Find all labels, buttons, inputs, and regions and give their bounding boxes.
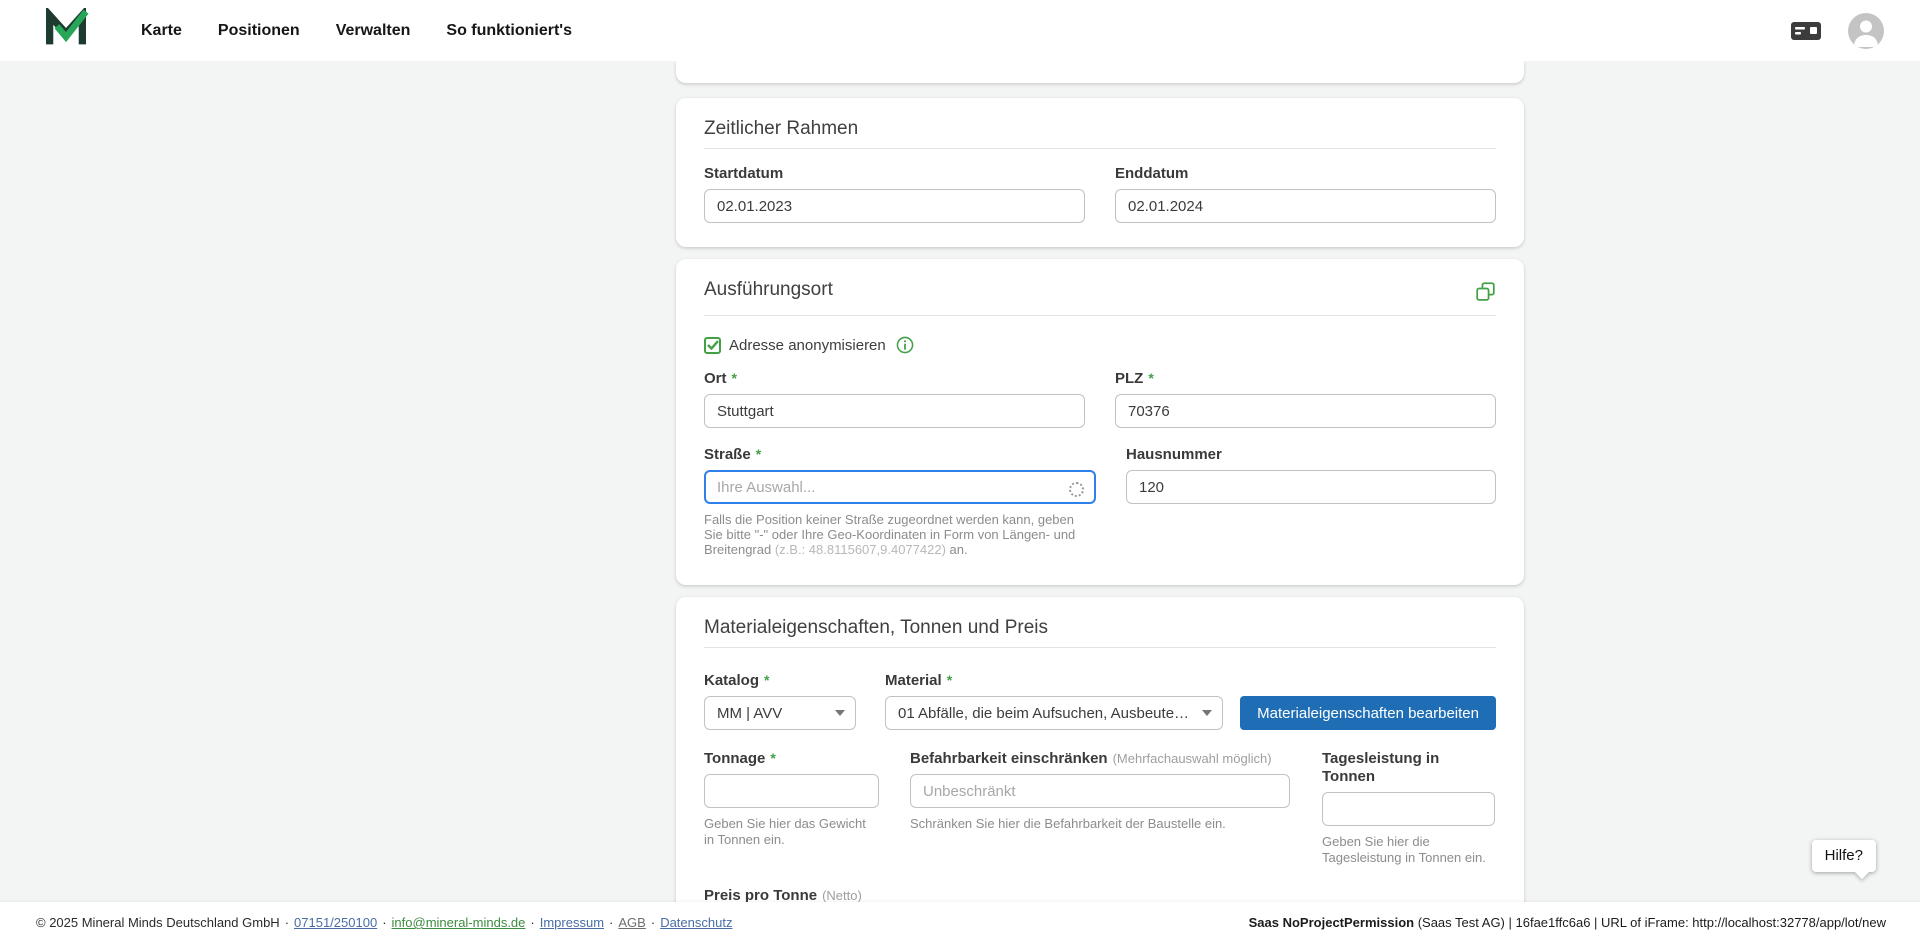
footer-email-link[interactable]: info@mineral-minds.de <box>392 915 526 930</box>
card-zeitlicher-rahmen: Zeitlicher Rahmen Startdatum Enddatum <box>676 98 1524 247</box>
strasse-helper-text: Falls die Position keiner Straße zugeord… <box>704 512 1096 557</box>
katalog-field: Katalog * MM | AVV <box>704 672 856 730</box>
nav-item-verwalten[interactable]: Verwalten <box>336 0 411 61</box>
required-asterisk: * <box>732 369 737 387</box>
info-icon[interactable] <box>896 336 914 354</box>
main-nav: Karte Positionen Verwalten So funktionie… <box>141 0 572 61</box>
befahrbarkeit-field: Befahrbarkeit einschränken (Mehrfachausw… <box>910 750 1290 832</box>
help-button[interactable]: Hilfe? <box>1812 840 1876 872</box>
anonymize-label: Adresse anonymisieren <box>729 337 886 354</box>
tonnage-input[interactable] <box>704 774 879 808</box>
tonnage-helper-text: Geben Sie hier das Gewicht in Tonnen ein… <box>704 816 879 847</box>
strasse-label: Straße * <box>704 446 1096 464</box>
material-select[interactable]: 01 Abfälle, die beim Aufsuchen, Ausbeute… <box>885 696 1223 730</box>
tagesleistung-helper-text: Geben Sie hier die Tagesleistung in Tonn… <box>1322 834 1495 865</box>
avatar[interactable] <box>1848 13 1884 49</box>
befahrbarkeit-helper-text: Schränken Sie hier die Befahrbarkeit der… <box>910 816 1290 832</box>
nav-item-positionen[interactable]: Positionen <box>218 0 300 61</box>
divider <box>704 647 1496 648</box>
copyright-text: © 2025 Mineral Minds Deutschland GmbH <box>36 915 280 930</box>
card-reader-icon[interactable] <box>1790 19 1822 43</box>
card-partial <box>676 61 1524 83</box>
strasse-input[interactable] <box>704 470 1096 504</box>
tagesleistung-input[interactable] <box>1322 792 1495 826</box>
startdatum-field: Startdatum <box>704 165 1085 223</box>
ort-label: Ort * <box>704 370 1085 388</box>
nav-item-karte[interactable]: Karte <box>141 0 182 61</box>
preis-field: Preis pro Tonne (Netto) <box>704 887 949 902</box>
plz-field: PLZ * <box>1115 370 1496 428</box>
chevron-down-icon <box>1202 710 1212 716</box>
loading-spinner-icon <box>1069 482 1084 497</box>
page-footer: © 2025 Mineral Minds Deutschland GmbH · … <box>0 902 1920 943</box>
chevron-down-icon <box>835 710 845 716</box>
footer-environment-info: Saas NoProjectPermission (Saas Test AG) … <box>1249 915 1886 930</box>
required-asterisk: * <box>756 445 761 463</box>
tonnage-label: Tonnage * <box>704 750 879 768</box>
enddatum-field: Enddatum <box>1115 165 1496 223</box>
logo-icon <box>43 8 89 53</box>
katalog-select[interactable]: MM | AVV <box>704 696 856 730</box>
hausnummer-input[interactable] <box>1126 470 1496 504</box>
mineral-minds-logo[interactable] <box>43 8 89 53</box>
footer-datenschutz-link[interactable]: Datenschutz <box>660 915 732 930</box>
card-ausfuehrungsort: Ausführungsort Adresse anonymisieren <box>676 259 1524 585</box>
befahrbarkeit-input[interactable] <box>910 774 1290 808</box>
startdatum-input[interactable] <box>704 189 1085 223</box>
ort-input[interactable] <box>704 394 1085 428</box>
nav-item-so-funktionierts[interactable]: So funktioniert's <box>446 0 572 61</box>
material-field: Material * 01 Abfälle, die beim Aufsuche… <box>885 672 1223 730</box>
tonnage-field: Tonnage * Geben Sie hier das Gewicht in … <box>704 750 879 847</box>
footer-agb-link[interactable]: AGB <box>618 915 645 930</box>
divider <box>704 148 1496 149</box>
required-asterisk: * <box>770 749 775 767</box>
required-asterisk: * <box>947 671 952 689</box>
divider <box>704 315 1496 316</box>
startdatum-label: Startdatum <box>704 165 1085 183</box>
card-title-material: Materialeigenschaften, Tonnen und Preis <box>704 617 1496 639</box>
card-title-zeitlicher-rahmen: Zeitlicher Rahmen <box>704 118 1496 140</box>
anonymize-checkbox-row: Adresse anonymisieren <box>704 336 1496 354</box>
plz-input[interactable] <box>1115 394 1496 428</box>
footer-links: © 2025 Mineral Minds Deutschland GmbH · … <box>36 915 732 930</box>
required-asterisk: * <box>764 671 769 689</box>
edit-material-properties-button[interactable]: Materialeigenschaften bearbeiten <box>1240 696 1496 730</box>
preis-label: Preis pro Tonne (Netto) <box>704 887 949 902</box>
header-right <box>1790 13 1884 49</box>
tagesleistung-label: Tagesleistung in Tonnen <box>1322 750 1495 786</box>
material-label: Material * <box>885 672 1223 690</box>
katalog-label: Katalog * <box>704 672 856 690</box>
plz-label: PLZ * <box>1115 370 1496 388</box>
footer-phone-link[interactable]: 07151/250100 <box>294 915 377 930</box>
ort-field: Ort * <box>704 370 1085 428</box>
card-title-ausfuehrungsort: Ausführungsort <box>704 279 833 301</box>
footer-impressum-link[interactable]: Impressum <box>540 915 604 930</box>
hausnummer-label: Hausnummer <box>1126 446 1496 464</box>
required-asterisk: * <box>1148 369 1153 387</box>
strasse-field: Straße * Falls die Position keiner Straß… <box>704 446 1096 557</box>
card-material: Materialeigenschaften, Tonnen und Preis … <box>676 597 1524 902</box>
app-header: Karte Positionen Verwalten So funktionie… <box>0 0 1920 61</box>
main-content: Zeitlicher Rahmen Startdatum Enddatum <box>0 61 1920 902</box>
duplicate-icon[interactable] <box>1475 281 1496 307</box>
enddatum-input[interactable] <box>1115 189 1496 223</box>
hausnummer-field: Hausnummer <box>1126 446 1496 557</box>
enddatum-label: Enddatum <box>1115 165 1496 183</box>
tagesleistung-field: Tagesleistung in Tonnen Geben Sie hier d… <box>1322 750 1495 865</box>
befahrbarkeit-label: Befahrbarkeit einschränken (Mehrfachausw… <box>910 750 1290 768</box>
checkbox-checked-icon[interactable] <box>704 337 721 354</box>
